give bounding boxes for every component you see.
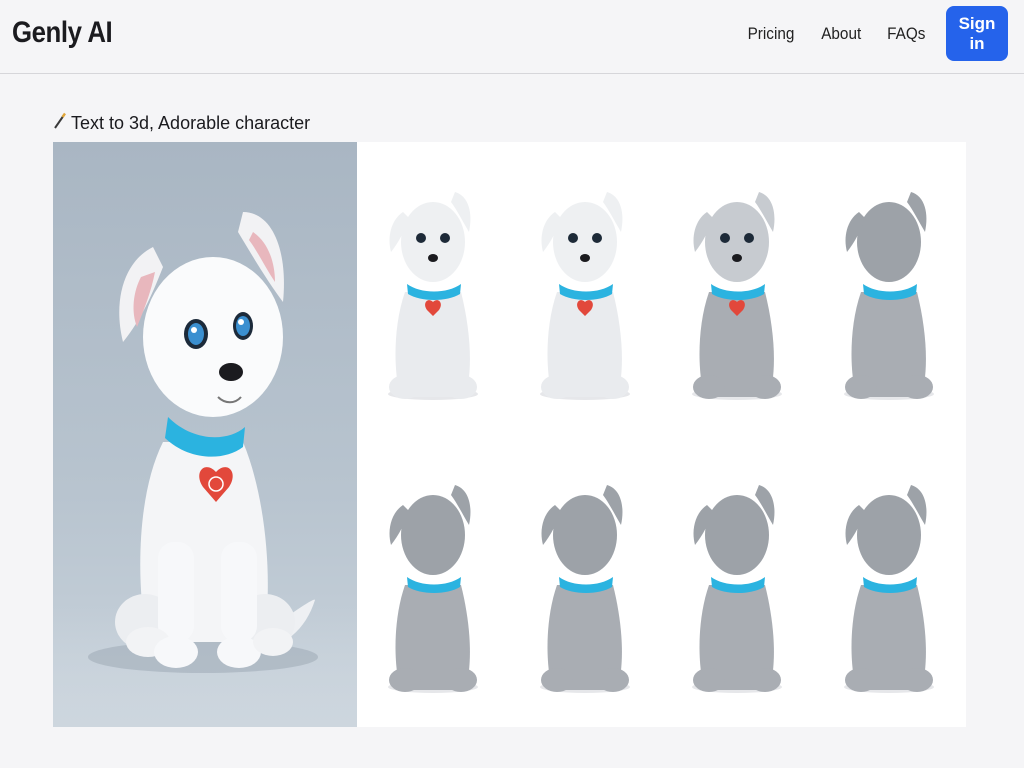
view-thumbnail[interactable] <box>509 435 661 727</box>
puppy-view-illustration <box>692 485 782 693</box>
nav-faqs-link[interactable]: FAQs <box>888 24 926 44</box>
puppy-view-illustration <box>540 485 630 693</box>
view-thumbnail[interactable] <box>813 142 965 434</box>
nav-about-link[interactable]: About <box>821 24 861 44</box>
puppy-view-illustration <box>540 192 630 400</box>
puppy-view-illustration <box>692 192 782 400</box>
prompt-caption: Text to 3d, Adorable character <box>53 112 310 135</box>
magic-wand-icon <box>53 112 67 135</box>
puppy-view-illustration <box>388 485 478 693</box>
puppy-illustration <box>88 212 318 673</box>
view-thumbnail[interactable] <box>357 435 509 727</box>
puppy-view-illustration <box>844 192 934 400</box>
result-panel <box>53 142 966 727</box>
view-thumbnail[interactable] <box>661 142 813 434</box>
top-header: Genly AI Pricing About FAQs Sign in <box>0 0 1024 74</box>
view-thumbnail[interactable] <box>813 435 965 727</box>
brand-logo[interactable]: Genly AI <box>12 16 113 50</box>
puppy-view-illustration <box>844 485 934 693</box>
prompt-text: Text to 3d, Adorable character <box>71 113 311 133</box>
hero-puppy-image[interactable] <box>53 142 357 727</box>
puppy-view-illustration <box>388 192 478 400</box>
view-thumbnail[interactable] <box>509 142 661 434</box>
sign-in-button[interactable]: Sign in <box>946 6 1008 61</box>
multi-view-grid <box>357 142 966 727</box>
nav-pricing-link[interactable]: Pricing <box>748 24 795 44</box>
main-nav: Pricing About FAQs Sign in <box>723 6 1008 61</box>
view-thumbnail[interactable] <box>661 435 813 727</box>
view-thumbnail[interactable] <box>357 142 509 434</box>
